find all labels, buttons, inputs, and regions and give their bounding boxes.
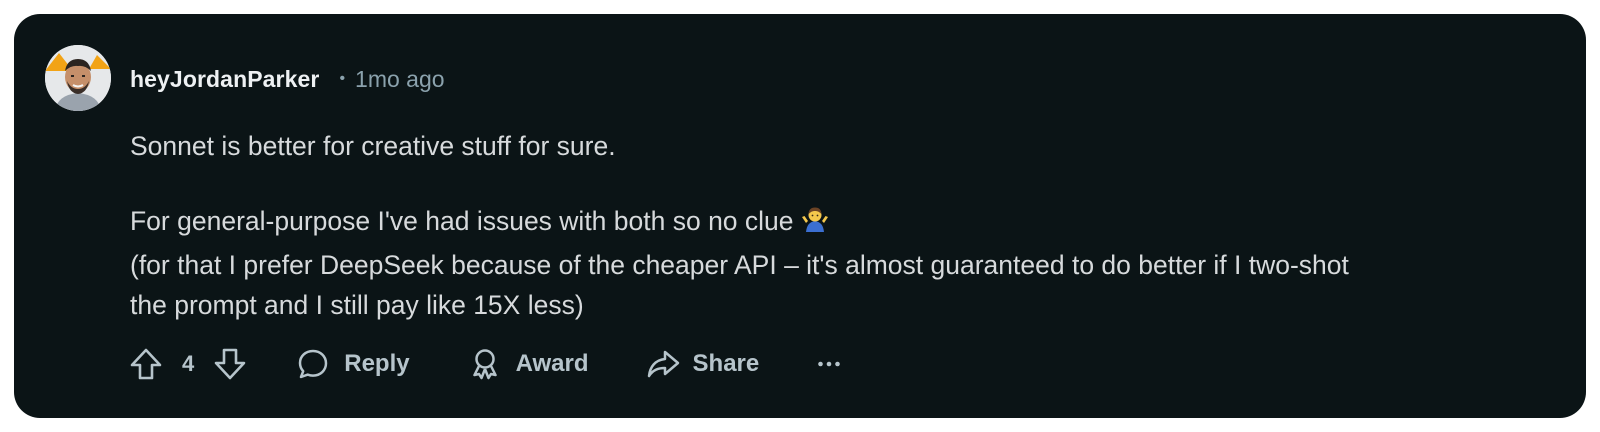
avatar[interactable]	[45, 45, 111, 111]
comment-paragraph: Sonnet is better for creative stuff for …	[130, 131, 616, 161]
person-shrugging-emoji	[800, 204, 830, 245]
share-label: Share	[692, 350, 760, 377]
comment-card: heyJordanParker • 1mo ago Sonnet is bett…	[14, 14, 1586, 418]
share-button[interactable]: Share	[645, 344, 760, 384]
more-options-button[interactable]	[817, 344, 841, 384]
comment-body: Sonnet is better for creative stuff for …	[130, 126, 1570, 325]
comment-line-text: For general-purpose I've had issues with…	[130, 206, 794, 236]
ellipsis-icon	[818, 361, 841, 367]
reply-button[interactable]: Reply	[296, 344, 410, 384]
upvote-button[interactable]	[128, 344, 164, 384]
share-arrow-icon	[647, 350, 679, 378]
downvote-arrow-icon	[214, 348, 246, 380]
award-ribbon-icon	[472, 349, 497, 380]
comment-meta: heyJordanParker • 1mo ago	[130, 64, 445, 94]
avatar-image	[45, 45, 111, 111]
comment-line: the prompt and I still pay like 15X less…	[130, 290, 584, 320]
author-username[interactable]: heyJordanParker	[130, 66, 319, 93]
award-button[interactable]: Award	[468, 344, 589, 384]
speech-bubble-icon	[299, 349, 328, 379]
downvote-button[interactable]	[212, 344, 248, 384]
timestamp[interactable]: 1mo ago	[355, 66, 445, 93]
comment-line: (for that I prefer DeepSeek because of t…	[130, 250, 1349, 280]
award-label: Award	[515, 350, 589, 377]
reply-label: Reply	[344, 350, 410, 377]
comment-action-bar: 4 Reply Award Share	[128, 344, 841, 384]
upvote-arrow-icon	[130, 348, 162, 380]
meta-separator: •	[339, 70, 346, 87]
comment-line: For general-purpose I've had issues with…	[130, 201, 1570, 245]
vote-count: 4	[182, 351, 195, 376]
